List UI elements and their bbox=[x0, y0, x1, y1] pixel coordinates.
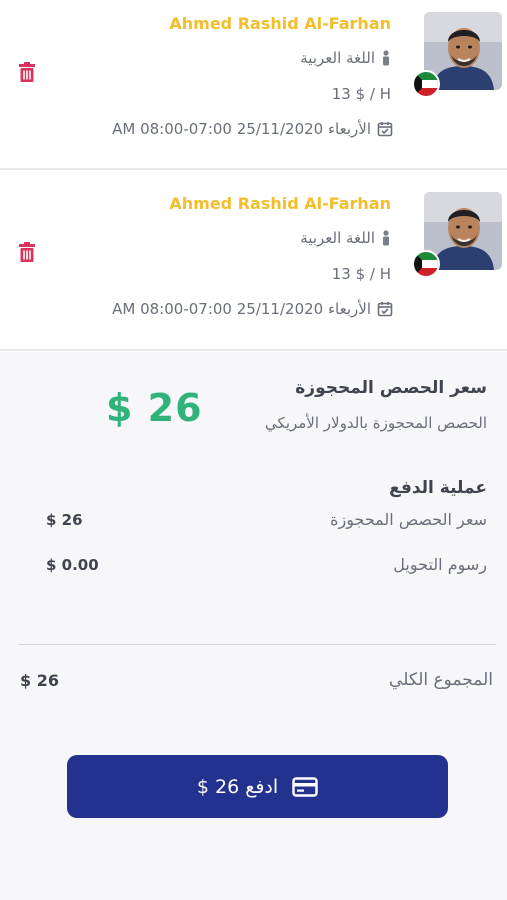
booked-price-label: سعر الحصص المحجوزة bbox=[330, 510, 487, 529]
booking-card: Ahmed Rashid Al-Farhan اللغة العربية 13 … bbox=[0, 0, 507, 178]
total-label: المجموع الكلي bbox=[389, 670, 493, 690]
transfer-fee-value: $ 0.00 bbox=[46, 556, 99, 574]
kuwait-flag-icon bbox=[412, 250, 440, 278]
delete-icon[interactable] bbox=[18, 62, 36, 82]
avatar bbox=[412, 12, 502, 98]
pay-button[interactable]: ادفع 26 $ bbox=[67, 755, 448, 818]
language-label: اللغة العربية bbox=[300, 229, 375, 247]
date-line: الأربعاء 25/11/2020 07:00-08:00 AM bbox=[112, 300, 393, 318]
booked-sessions-title: سعر الحصص المحجوزة bbox=[295, 378, 487, 398]
transfer-fee-label: رسوم التحويل bbox=[393, 555, 487, 574]
booked-sessions-price: $ 26 bbox=[106, 386, 203, 430]
rate-line: 13 $ / H bbox=[332, 85, 391, 103]
calendar-check-icon bbox=[377, 302, 393, 317]
date-line: الأربعاء 25/11/2020 07:00-08:00 AM bbox=[112, 120, 393, 138]
card-divider bbox=[0, 349, 507, 351]
summary-divider bbox=[18, 644, 496, 645]
credit-card-icon bbox=[292, 776, 318, 797]
language-line: اللغة العربية bbox=[300, 229, 391, 247]
delete-icon[interactable] bbox=[18, 242, 36, 262]
avatar bbox=[412, 192, 502, 278]
pay-button-label: ادفع 26 $ bbox=[196, 775, 279, 798]
booking-card: Ahmed Rashid Al-Farhan اللغة العربية 13 … bbox=[0, 180, 507, 358]
booked-price-value: $ 26 bbox=[46, 511, 83, 529]
person-icon bbox=[383, 230, 389, 246]
language-label: اللغة العربية bbox=[300, 49, 375, 67]
rate-label: 13 $ / H bbox=[331, 265, 391, 283]
teacher-name[interactable]: Ahmed Rashid Al-Farhan bbox=[169, 14, 391, 33]
date-label: الأربعاء 25/11/2020 07:00-08:00 AM bbox=[112, 300, 371, 318]
booked-sessions-subtitle: الحصص المحجوزة بالدولار الأمريكي bbox=[265, 414, 487, 432]
payment-title: عملية الدفع bbox=[389, 478, 487, 498]
date-label: الأربعاء 25/11/2020 07:00-08:00 AM bbox=[112, 120, 371, 138]
teacher-name[interactable]: Ahmed Rashid Al-Farhan bbox=[169, 194, 391, 213]
language-line: اللغة العربية bbox=[300, 49, 391, 67]
total-value: $ 26 bbox=[20, 671, 59, 690]
calendar-check-icon bbox=[377, 122, 393, 137]
kuwait-flag-icon bbox=[412, 70, 440, 98]
rate-label: 13 $ / H bbox=[331, 85, 391, 103]
person-icon bbox=[383, 50, 389, 66]
card-divider bbox=[0, 168, 507, 170]
rate-line: 13 $ / H bbox=[332, 265, 391, 283]
